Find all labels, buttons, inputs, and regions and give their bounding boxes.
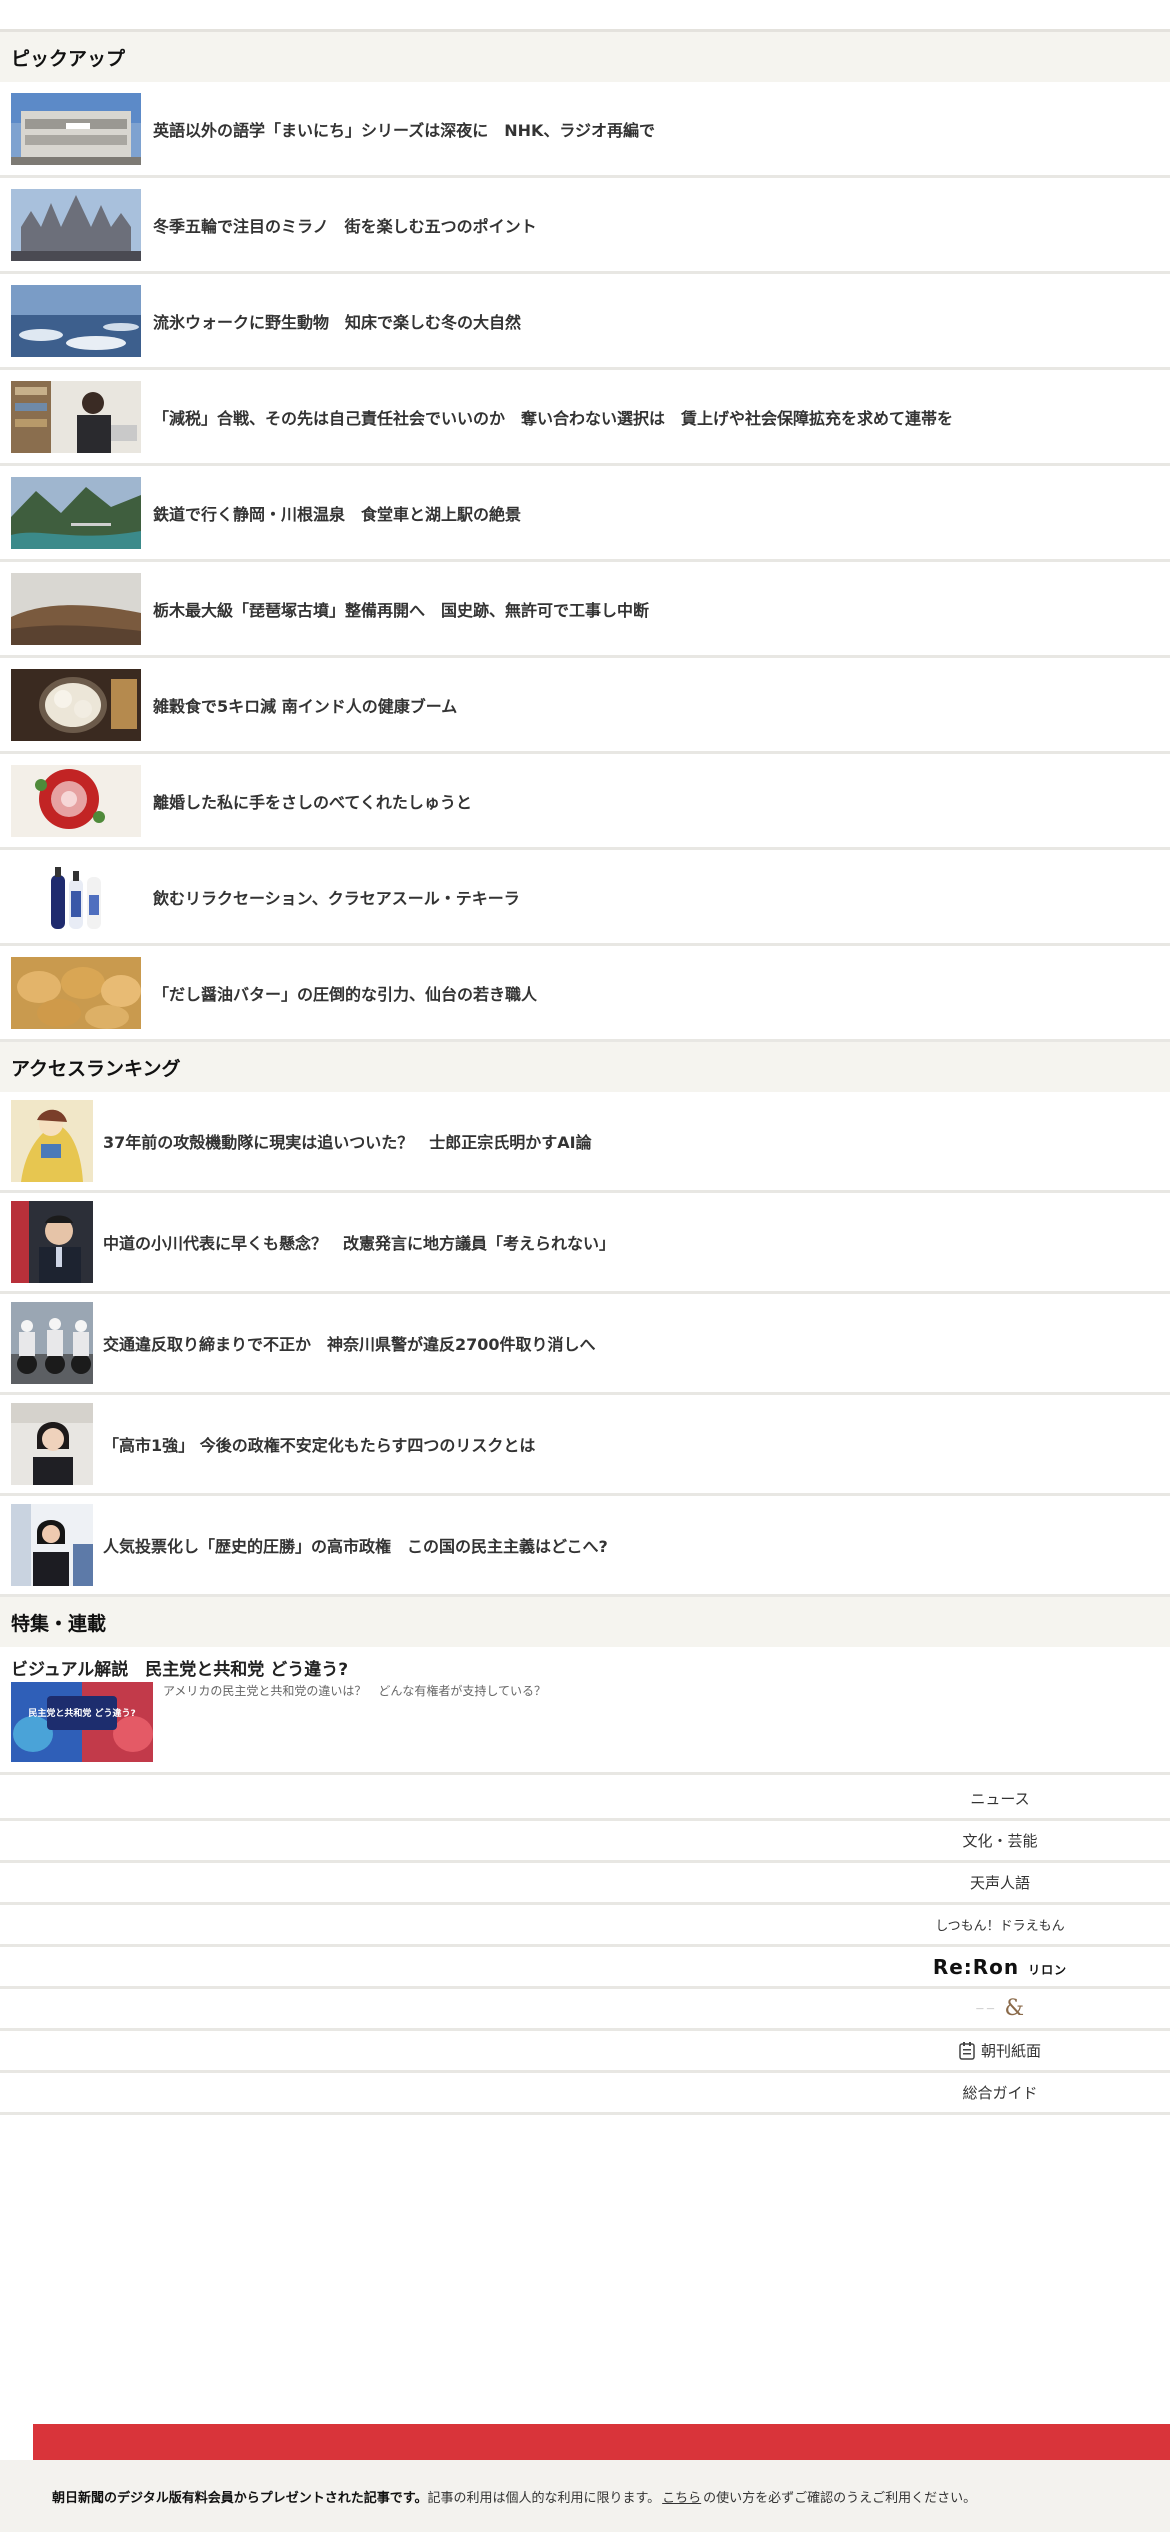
feature-description: アメリカの民主党と共和党の違いは？ どんな有権者が支持している？ <box>163 1684 547 1698</box>
pickup-title: 離婚した私に手をさしのべてくれたしゅうと <box>153 792 472 812</box>
pickup-item[interactable]: 離婚した私に手をさしのべてくれたしゅうと <box>0 754 1170 850</box>
pickup-thumbnail <box>11 956 141 1029</box>
nav-item-news[interactable]: ニュース <box>0 1779 1170 1821</box>
pickup-item[interactable]: 雑穀食で5キロ減 南インド人の健康ブーム <box>0 658 1170 754</box>
red-banner[interactable] <box>33 2424 1170 2460</box>
ranking-title: 交通違反取り締まりで不正か 神奈川県警が違反2700件取り消しへ <box>103 1335 596 1354</box>
ranking-item[interactable]: 「高市1強」 今後の政権不安定化もたらす四つのリスクとは <box>0 1395 1170 1496</box>
reron-logo: Re:Ron リロン <box>932 1954 1068 1979</box>
notice-bold: 朝日新聞のデジタル版有料会員からプレゼントされた記事です。 <box>52 2490 428 2506</box>
ranking-title: 中道の小川代表に早くも懸念？ 改憲発言に地方議員「考えられない」 <box>103 1234 616 1253</box>
pickup-item[interactable]: 栃木最大級「琵琶塚古墳」整備再開へ 国史跡、無許可で工事し中断 <box>0 562 1170 658</box>
pickup-item[interactable]: 「だし醤油バター」の圧倒的な引力、仙台の若き職人 <box>0 946 1170 1042</box>
ranking-item[interactable]: 人気投票化し「歴史的圧勝」の高市政権 この国の民主主義はどこへ? <box>0 1496 1170 1597</box>
pickup-title: 雑穀食で5キロ減 南インド人の健康ブーム <box>153 696 458 716</box>
gift-article-notice: 朝日新聞のデジタル版有料会員からプレゼントされた記事です。 記事の利用は個人的な… <box>0 2460 1170 2532</box>
pickup-thumbnail <box>11 476 141 549</box>
notice-text-2: の使い方を必ずご確認のうえご利用ください。 <box>703 2490 977 2506</box>
andplus-logo: — — & <box>975 1996 1025 2021</box>
pickup-item[interactable]: 鉄道で行く静岡・川根温泉 食堂車と湖上駅の絶景 <box>0 466 1170 562</box>
newspaper-icon <box>959 2041 975 2060</box>
ranking-title: 人気投票化し「歴史的圧勝」の高市政権 この国の民主主義はどこへ? <box>103 1537 608 1556</box>
top-strip <box>0 0 1170 32</box>
ranking-item[interactable]: 中道の小川代表に早くも懸念？ 改憲発言に地方議員「考えられない」 <box>0 1193 1170 1294</box>
pickup-title: 「だし醤油バター」の圧倒的な引力、仙台の若き職人 <box>153 984 538 1004</box>
feature-thumbnail: 民主党と共和党 どう違う? <box>11 1682 153 1762</box>
feature-title: ビジュアル解説 民主党と共和党 どう違う? <box>11 1660 349 1680</box>
pickup-title: 冬季五輪で注目のミラノ 街を楽しむ五つのポイント <box>153 216 537 236</box>
pickup-thumbnail <box>11 188 141 261</box>
nav-item-reron[interactable]: Re:Ron リロン <box>0 1947 1170 1989</box>
pickup-title: 飲むリラクセーション、クラセアスール・テキーラ <box>153 888 520 908</box>
pickup-thumbnail <box>11 860 141 933</box>
ranking-list: 37年前の攻殻機動隊に現実は追いついた？ 士郎正宗氏明かすAI論 中道の小川代表… <box>0 1092 1170 1597</box>
feature-header: 特集・連載 <box>0 1597 1170 1647</box>
pickup-item[interactable]: 「減税」合戦、その先は自己責任社会でいいのか 奪い合わない選択は 賃上げや社会保… <box>0 370 1170 466</box>
ranking-title: 「高市1強」 今後の政権不安定化もたらす四つのリスクとは <box>103 1436 536 1455</box>
ranking-header: アクセスランキング <box>0 1042 1170 1092</box>
pickup-title: 流氷ウォークに野生動物 知床で楽しむ冬の大自然 <box>153 312 522 332</box>
ranking-thumbnail <box>11 1201 93 1283</box>
pickup-title: 「減税」合戦、その先は自己責任社会でいいのか 奪い合わない選択は 賃上げや社会保… <box>153 408 954 428</box>
pickup-thumbnail <box>11 764 141 837</box>
pickup-header: ピックアップ <box>0 32 1170 82</box>
ranking-thumbnail <box>11 1504 93 1586</box>
page: ピックアップ 英語以外の語学「まいにち」シリーズは深夜に NHK、ラジオ再編で … <box>0 0 1170 2532</box>
pickup-title: 鉄道で行く静岡・川根温泉 食堂車と湖上駅の絶景 <box>153 504 522 524</box>
nav-item-andplus[interactable]: — — & <box>0 1989 1170 2031</box>
pickup-list: 英語以外の語学「まいにち」シリーズは深夜に NHK、ラジオ再編で 冬季五輪で注目… <box>0 82 1170 1042</box>
nav-item-doraemon[interactable]: しつもん！ドラえもん <box>0 1905 1170 1947</box>
ranking-item[interactable]: 37年前の攻殻機動隊に現実は追いついた？ 士郎正宗氏明かすAI論 <box>0 1092 1170 1193</box>
notice-link[interactable]: こちら <box>662 2487 701 2506</box>
nav-item-chokan[interactable]: 朝刊紙面 <box>0 2031 1170 2073</box>
pickup-item[interactable]: 飲むリラクセーション、クラセアスール・テキーラ <box>0 850 1170 946</box>
pickup-title: 栃木最大級「琵琶塚古墳」整備再開へ 国史跡、無許可で工事し中断 <box>153 600 650 620</box>
feature-item[interactable]: ビジュアル解説 民主党と共和党 どう違う? 民主党と共和党 どう違う? アメリカ… <box>0 1647 1170 1775</box>
ranking-thumbnail <box>11 1302 93 1384</box>
pickup-thumbnail <box>11 92 141 165</box>
notice-text: 記事の利用は個人的な利用に限ります。 <box>427 2490 661 2506</box>
pickup-item[interactable]: 英語以外の語学「まいにち」シリーズは深夜に NHK、ラジオ再編で <box>0 82 1170 178</box>
ranking-item[interactable]: 交通違反取り締まりで不正か 神奈川県警が違反2700件取り消しへ <box>0 1294 1170 1395</box>
pickup-item[interactable]: 流氷ウォークに野生動物 知床で楽しむ冬の大自然 <box>0 274 1170 370</box>
ranking-thumbnail <box>11 1100 93 1182</box>
feature-thumb-text: 民主党と共和党 どう違う? <box>28 1707 135 1719</box>
nav-item-tenseijingo[interactable]: 天声人語 <box>0 1863 1170 1905</box>
pickup-thumbnail <box>11 572 141 645</box>
pickup-thumbnail <box>11 284 141 357</box>
nav-item-culture[interactable]: 文化・芸能 <box>0 1821 1170 1863</box>
pickup-thumbnail <box>11 380 141 453</box>
ranking-thumbnail <box>11 1403 93 1485</box>
pickup-thumbnail <box>11 668 141 741</box>
nav-item-guide[interactable]: 総合ガイド <box>0 2073 1170 2115</box>
ranking-title: 37年前の攻殻機動隊に現実は追いついた？ 士郎正宗氏明かすAI論 <box>103 1133 592 1152</box>
footer-nav: ニュース 文化・芸能 天声人語 しつもん！ドラえもん Re:Ron リロン — —… <box>0 1779 1170 2115</box>
pickup-item[interactable]: 冬季五輪で注目のミラノ 街を楽しむ五つのポイント <box>0 178 1170 274</box>
chokan-label: 朝刊紙面 <box>980 2042 1041 2060</box>
pickup-title: 英語以外の語学「まいにち」シリーズは深夜に NHK、ラジオ再編で <box>153 120 656 140</box>
